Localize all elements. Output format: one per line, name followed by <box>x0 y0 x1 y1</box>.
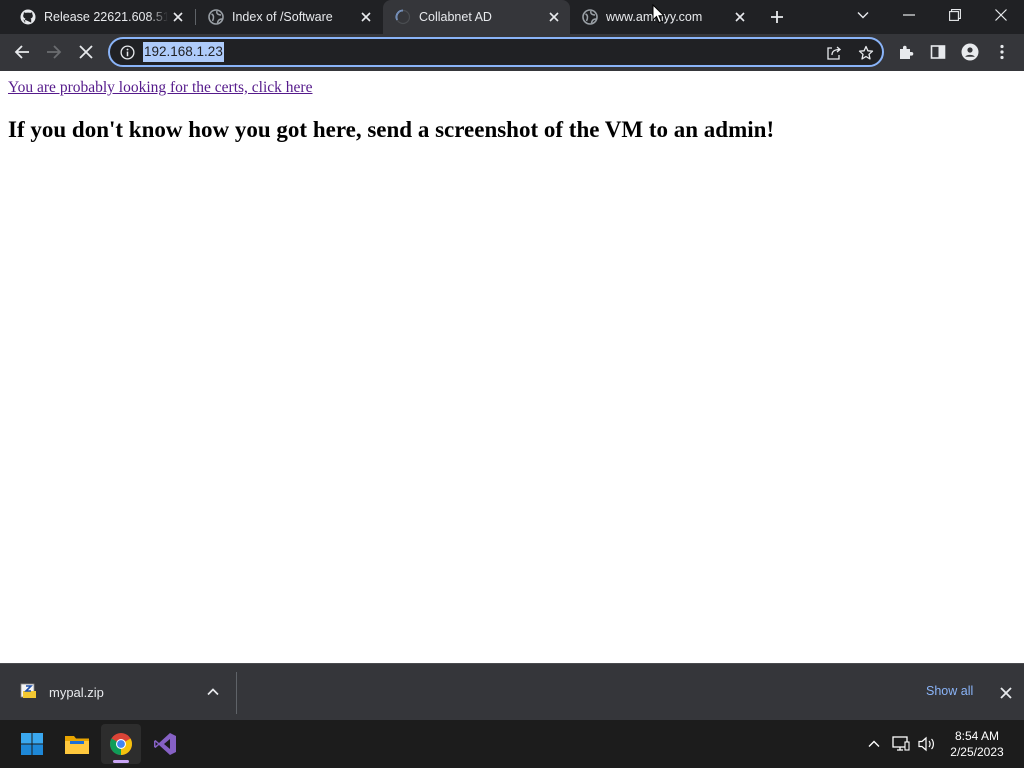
visual-studio-icon[interactable] <box>145 724 185 764</box>
bookmark-star-icon[interactable] <box>856 43 876 63</box>
profile-avatar[interactable] <box>956 38 984 66</box>
loading-spinner-icon <box>395 9 411 25</box>
close-window-button[interactable] <box>978 0 1024 30</box>
close-shelf-icon[interactable] <box>996 683 1016 703</box>
forward-button[interactable] <box>40 38 68 66</box>
tab-collabnet-ad[interactable]: Collabnet AD <box>383 0 570 34</box>
new-tab-button[interactable] <box>766 6 788 28</box>
tab-index-software[interactable]: Index of /Software <box>196 0 382 34</box>
tab-title: www.ammyy.com <box>606 10 730 24</box>
browser-toolbar: 192.168.1.23 <box>0 34 1024 71</box>
chevron-up-icon[interactable] <box>204 683 222 701</box>
tab-title: Collabnet AD <box>419 10 492 24</box>
side-panel-button[interactable] <box>924 38 952 66</box>
chevron-up-icon[interactable] <box>864 734 884 754</box>
system-clock[interactable]: 8:54 AM 2/25/2023 <box>940 728 1014 760</box>
chrome-icon[interactable] <box>101 724 141 764</box>
windows-taskbar: 8:54 AM 2/25/2023 <box>0 720 1024 768</box>
certs-link[interactable]: You are probably looking for the certs, … <box>8 79 312 97</box>
download-file-name: mypal.zip <box>49 685 104 700</box>
mouse-cursor-icon <box>652 3 666 24</box>
tab-title: Index of /Software <box>232 10 333 24</box>
volume-icon[interactable] <box>917 734 937 754</box>
extensions-button[interactable] <box>892 38 920 66</box>
page-viewport: You are probably looking for the certs, … <box>0 71 1024 663</box>
shelf-divider <box>236 672 237 714</box>
site-info-icon[interactable] <box>119 44 135 60</box>
download-item[interactable]: mypal.zip <box>0 664 236 720</box>
address-bar[interactable]: 192.168.1.23 <box>108 37 884 67</box>
clock-time: 8:54 AM <box>954 729 1000 743</box>
share-icon[interactable] <box>824 43 844 63</box>
stop-loading-button[interactable] <box>72 38 100 66</box>
github-icon <box>20 9 36 25</box>
zip-file-icon <box>20 683 36 699</box>
tab-release[interactable]: Release 22621.608.51.6 <box>8 0 194 34</box>
file-explorer-icon[interactable] <box>57 724 97 764</box>
tab-search-button[interactable] <box>840 0 886 30</box>
network-icon[interactable] <box>891 734 911 754</box>
globe-icon <box>208 9 224 25</box>
tab-title: Release 22621.608.51.6 <box>44 10 168 24</box>
show-all-downloads-button[interactable]: Show all <box>926 684 973 698</box>
close-tab-icon[interactable] <box>544 7 564 27</box>
windows-start-icon[interactable] <box>12 724 52 764</box>
page-headline: If you don't know how you got here, send… <box>8 117 775 142</box>
close-tab-icon[interactable] <box>356 7 376 27</box>
active-app-indicator <box>113 760 129 763</box>
close-tab-icon[interactable] <box>730 7 750 27</box>
menu-kebab-icon[interactable] <box>988 38 1016 66</box>
clock-date: 2/25/2023 <box>950 745 1004 759</box>
globe-icon <box>582 9 598 25</box>
restore-button[interactable] <box>932 0 978 30</box>
minimize-button[interactable] <box>886 0 932 30</box>
close-tab-icon[interactable] <box>168 7 188 27</box>
download-shelf: mypal.zip Show all <box>0 663 1024 720</box>
url-text[interactable]: 192.168.1.23 <box>143 42 224 62</box>
tab-strip: Release 22621.608.51.6 Index of /Softwar… <box>0 0 1024 34</box>
back-button[interactable] <box>8 38 36 66</box>
